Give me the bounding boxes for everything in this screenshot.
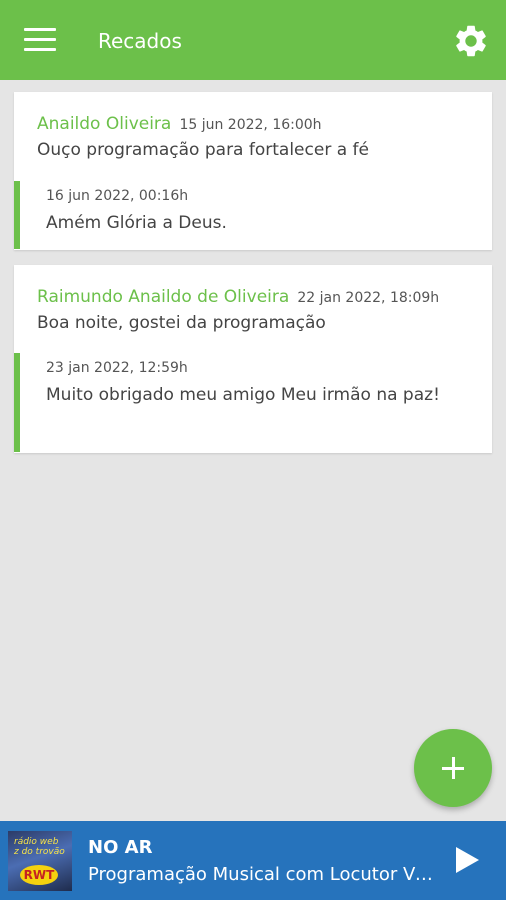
- message-author: Anaildo Oliveira: [37, 114, 172, 134]
- reply-date: 16 jun 2022, 00:16h: [46, 188, 189, 204]
- station-logo: rádio web z do trovão RWT: [8, 831, 72, 891]
- message-card[interactable]: Raimundo Anaildo de Oliveira 22 jan 2022…: [14, 265, 492, 453]
- message-text: Ouço programação para fortalecer a fé: [37, 140, 369, 160]
- page-title: Recados: [98, 29, 182, 53]
- message-card[interactable]: Anaildo Oliveira 15 jun 2022, 16:00h Ouç…: [14, 92, 492, 250]
- on-air-label: NO AR: [88, 837, 153, 858]
- menu-button[interactable]: [24, 28, 56, 54]
- reply-block: 16 jun 2022, 00:16h Amém Glória a Deus.: [14, 181, 492, 249]
- play-icon[interactable]: [454, 846, 480, 874]
- menu-icon: [24, 28, 56, 31]
- app-bar: Recados: [0, 0, 506, 80]
- reply-text: Muito obrigado meu amigo Meu irmão na pa…: [46, 385, 440, 405]
- reply-text: Amém Glória a Deus.: [46, 213, 227, 233]
- now-playing-text: Programação Musical com Locutor Virtual: [88, 864, 434, 885]
- gear-icon[interactable]: [452, 22, 490, 60]
- add-message-button[interactable]: [414, 729, 492, 807]
- radio-player-bar[interactable]: rádio web z do trovão RWT NO AR Programaç…: [0, 821, 506, 900]
- message-date: 15 jun 2022, 16:00h: [179, 117, 322, 133]
- reply-block: 23 jan 2022, 12:59h Muito obrigado meu a…: [14, 353, 492, 452]
- reply-date: 23 jan 2022, 12:59h: [46, 360, 188, 376]
- message-author: Raimundo Anaildo de Oliveira: [37, 287, 290, 307]
- message-text: Boa noite, gostei da programação: [37, 313, 326, 333]
- message-date: 22 jan 2022, 18:09h: [297, 290, 440, 306]
